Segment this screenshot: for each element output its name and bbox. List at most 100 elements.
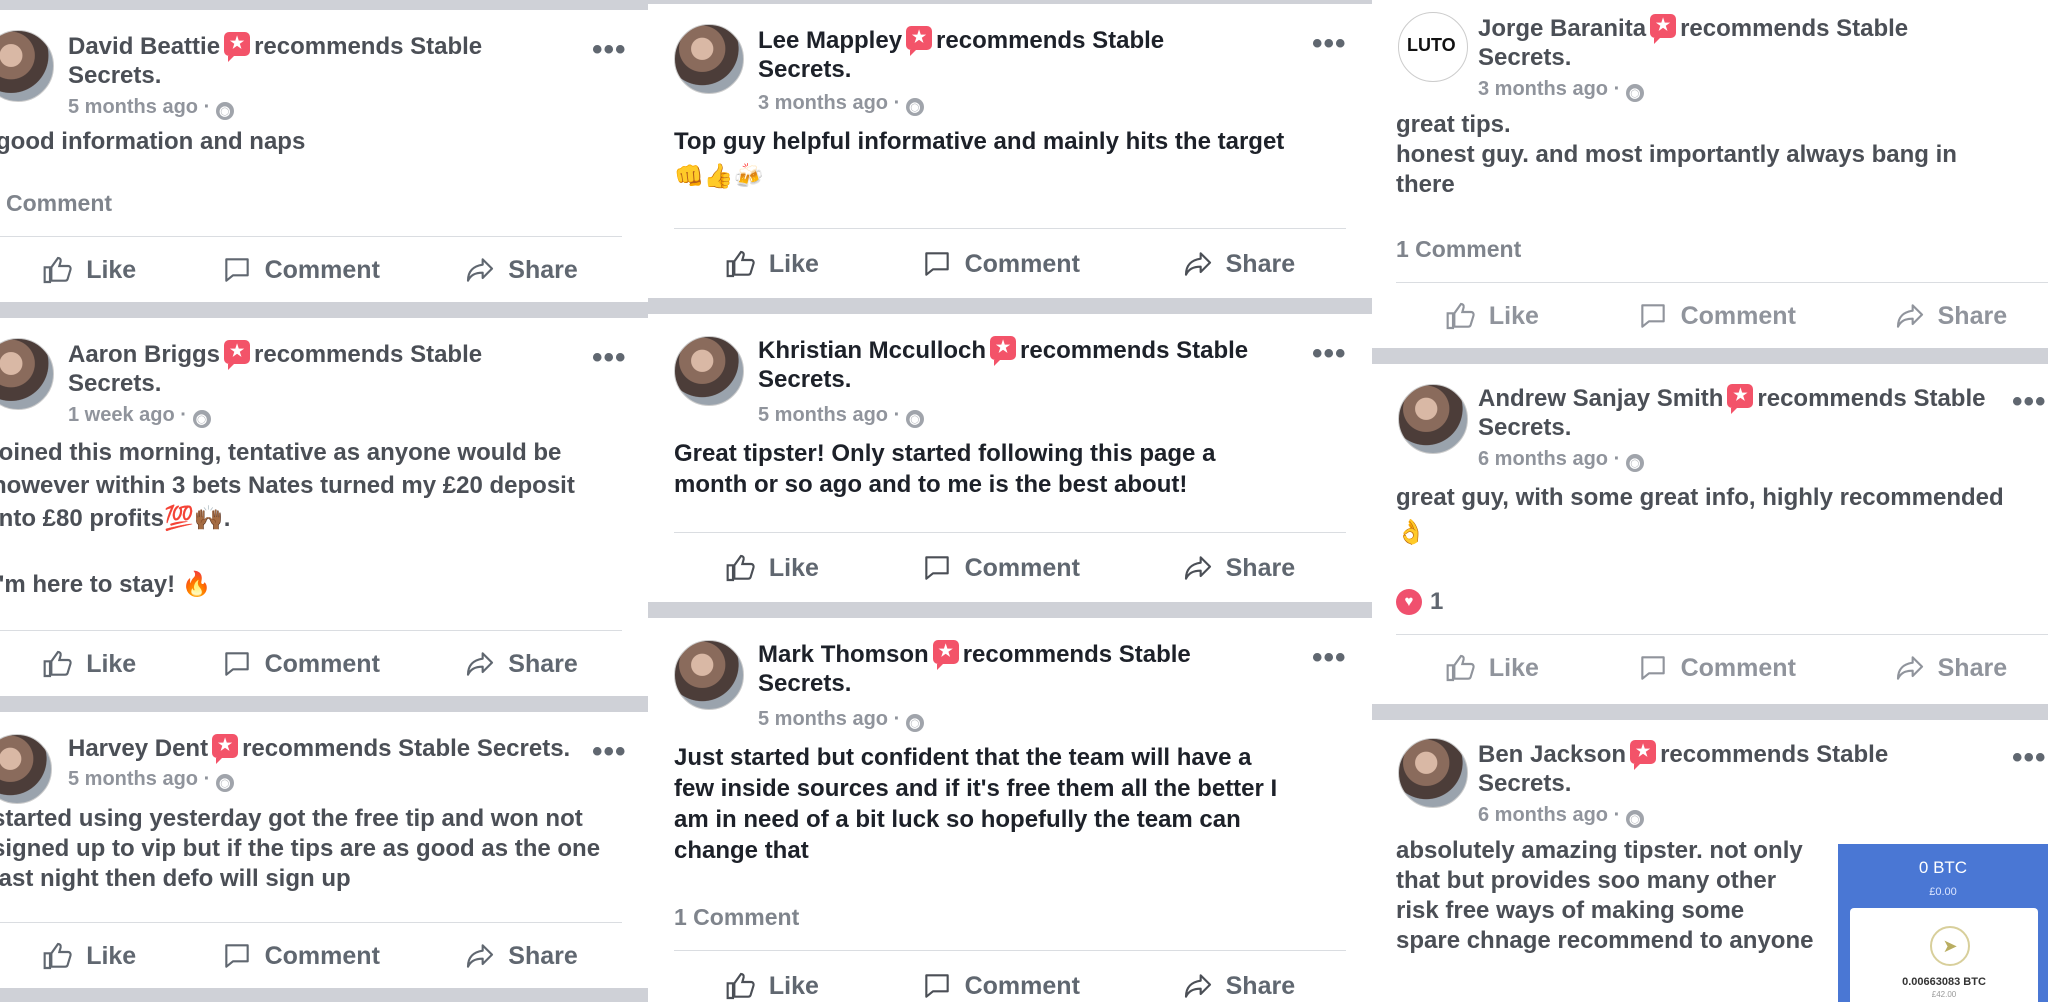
- page-name[interactable]: Secrets.: [758, 366, 851, 393]
- comment-button[interactable]: Comment: [221, 254, 380, 286]
- share-button[interactable]: Share: [464, 648, 578, 680]
- like-button[interactable]: Like: [725, 552, 819, 584]
- like-button[interactable]: Like: [725, 970, 819, 1002]
- btc-wallet-thumbnail[interactable]: 0 BTC £0.00 ➤ 0.00663083 BTC £42.00: [1838, 844, 2048, 1002]
- author-name[interactable]: Mark Thomson: [758, 641, 929, 668]
- comment-count[interactable]: 1 Comment: [674, 904, 799, 931]
- comment-button[interactable]: Comment: [921, 248, 1080, 280]
- action-bar: Like Comment Share: [674, 244, 1346, 284]
- action-bar: Like Comment Share: [1396, 648, 2048, 688]
- share-button[interactable]: Share: [1182, 248, 1295, 280]
- author-name[interactable]: Jorge Baranita: [1478, 15, 1646, 42]
- avatar[interactable]: [1398, 384, 1468, 454]
- author-name[interactable]: Aaron Briggs: [68, 341, 220, 368]
- comment-button[interactable]: Comment: [1637, 652, 1796, 684]
- thumbs-up-icon: [43, 942, 72, 970]
- like-button[interactable]: Like: [42, 254, 136, 286]
- comment-count[interactable]: Comment: [6, 190, 112, 217]
- like-button[interactable]: Like: [42, 940, 136, 972]
- page-name[interactable]: Secrets.: [1478, 414, 1571, 441]
- share-label: Share: [508, 255, 578, 284]
- page-name[interactable]: Secrets.: [758, 670, 851, 697]
- avatar[interactable]: [674, 24, 744, 94]
- timestamp[interactable]: 5 months ago: [758, 404, 888, 426]
- avatar[interactable]: [0, 338, 54, 410]
- recommends-text: recommends Stable: [962, 641, 1191, 668]
- send-icon[interactable]: ➤: [1930, 926, 1970, 966]
- timestamp[interactable]: 6 months ago: [1478, 804, 1608, 826]
- share-icon: [1896, 304, 1923, 328]
- page-name[interactable]: Secrets.: [68, 62, 161, 89]
- more-options-icon[interactable]: •••: [1312, 29, 1347, 59]
- avatar[interactable]: [674, 640, 744, 710]
- more-options-icon[interactable]: •••: [1312, 339, 1347, 369]
- globe-icon: ◉: [1625, 84, 1644, 102]
- timestamp[interactable]: 5 months ago: [758, 708, 888, 730]
- comment-button[interactable]: Comment: [921, 552, 1080, 584]
- comment-button[interactable]: Comment: [221, 940, 380, 972]
- post-card: Mark Thomson ★ recommends Stable Secrets. •…: [648, 618, 1372, 1002]
- post-text: Just started but confident that the team…: [674, 744, 1278, 864]
- comment-button[interactable]: Comment: [921, 970, 1080, 1002]
- action-bar: Like Comment Share: [0, 936, 620, 976]
- page-name[interactable]: Secrets.: [1478, 770, 1571, 797]
- timestamp[interactable]: 5 months ago: [68, 768, 198, 790]
- avatar[interactable]: LUTO: [1398, 12, 1468, 82]
- like-button[interactable]: Like: [1445, 300, 1539, 332]
- reaction-summary[interactable]: ♥ 1: [1396, 588, 1443, 616]
- share-button[interactable]: Share: [464, 254, 578, 286]
- post-meta: 3 months ago · ◉: [758, 92, 924, 116]
- divider: [674, 950, 1346, 951]
- share-button[interactable]: Share: [464, 940, 578, 972]
- timestamp[interactable]: 6 months ago: [1478, 448, 1608, 470]
- comment-button[interactable]: Comment: [1637, 300, 1796, 332]
- timestamp[interactable]: 1 week ago: [68, 404, 175, 426]
- avatar[interactable]: [0, 734, 52, 804]
- comment-button[interactable]: Comment: [221, 648, 380, 680]
- more-options-icon[interactable]: •••: [2012, 387, 2047, 417]
- share-button[interactable]: Share: [1894, 300, 2007, 332]
- feed-gap: [648, 298, 1372, 314]
- post-meta: 5 months ago · ◉: [68, 96, 234, 120]
- page-name[interactable]: Secrets.: [68, 370, 161, 397]
- divider: [0, 922, 622, 923]
- page-name[interactable]: Secrets.: [1478, 44, 1571, 71]
- author-name[interactable]: Harvey Dent: [68, 735, 208, 762]
- recommend-star-icon: ★: [906, 26, 933, 56]
- author-name[interactable]: Andrew Sanjay Smith: [1478, 385, 1723, 412]
- btc-transaction-fiat: £42.00: [1931, 990, 1957, 999]
- share-button[interactable]: Share: [1894, 652, 2007, 684]
- more-options-icon[interactable]: •••: [592, 737, 627, 767]
- btc-transaction-amount: 0.00663083 BTC: [1902, 976, 1986, 988]
- comment-label: Comment: [964, 249, 1080, 278]
- like-button[interactable]: Like: [725, 248, 819, 280]
- post-header: Jorge Baranita ★ recommends Stable Secrets.: [1478, 14, 1948, 72]
- more-options-icon[interactable]: •••: [2012, 743, 2047, 773]
- post-header: Andrew Sanjay Smith ★ recommends Stable Sec…: [1478, 384, 2018, 442]
- more-options-icon[interactable]: •••: [592, 343, 627, 373]
- divider: [1396, 634, 2048, 635]
- love-reaction-icon: ♥: [1396, 589, 1422, 615]
- avatar[interactable]: [1398, 738, 1468, 808]
- like-button[interactable]: Like: [1445, 652, 1539, 684]
- author-name[interactable]: Ben Jackson: [1478, 741, 1626, 768]
- recommends-text: recommends Stable Secrets.: [242, 735, 571, 762]
- recommend-star-icon: ★: [1727, 384, 1754, 414]
- avatar[interactable]: [674, 336, 744, 406]
- author-name[interactable]: Lee Mappley: [758, 27, 902, 54]
- share-button[interactable]: Share: [1182, 552, 1295, 584]
- author-name[interactable]: Khristian Mcculloch: [758, 337, 986, 364]
- like-button[interactable]: Like: [42, 648, 136, 680]
- timestamp[interactable]: 5 months ago: [68, 96, 198, 118]
- author-name[interactable]: David Beattie: [68, 33, 220, 60]
- page-name[interactable]: Secrets.: [758, 56, 851, 83]
- more-options-icon[interactable]: •••: [1312, 643, 1347, 673]
- timestamp[interactable]: 3 months ago: [1478, 78, 1608, 100]
- share-button[interactable]: Share: [1182, 970, 1295, 1002]
- comment-label: Comment: [1680, 301, 1796, 330]
- divider: [674, 228, 1346, 229]
- more-options-icon[interactable]: •••: [592, 35, 627, 65]
- timestamp[interactable]: 3 months ago: [758, 92, 888, 114]
- avatar[interactable]: [0, 30, 54, 102]
- comment-count[interactable]: 1 Comment: [1396, 236, 1521, 263]
